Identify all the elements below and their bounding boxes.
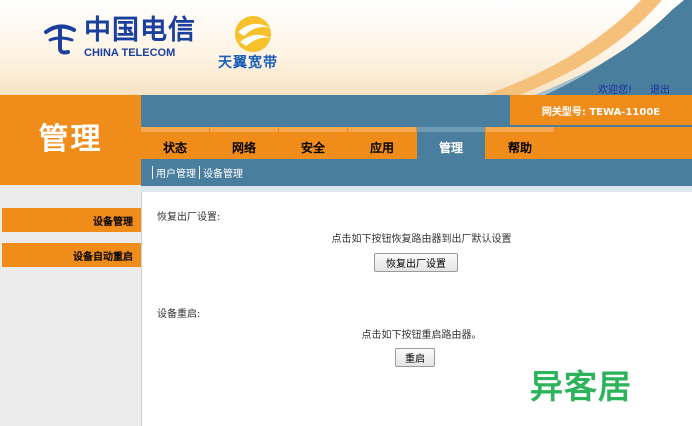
sub-navigation: 用户管理 设备管理 <box>141 159 692 186</box>
subnav-device-management[interactable]: 设备管理 <box>203 165 243 180</box>
restore-factory-button[interactable]: 恢复出厂设置 <box>374 253 458 272</box>
tab-application[interactable]: 应用 <box>348 127 416 159</box>
subnav-separator <box>152 166 153 179</box>
main-tabs: 状态 网络 安全 应用 管理 帮助 <box>141 127 692 159</box>
sub-brand-name: 天翼宽带 <box>218 55 278 71</box>
china-telecom-mark-icon <box>44 24 76 55</box>
brand-name-cn: 中国电信 <box>84 15 196 46</box>
subnav-user-management[interactable]: 用户管理 <box>156 165 196 180</box>
tab-network[interactable]: 网络 <box>210 127 278 159</box>
section-title-block: 管理 <box>0 95 141 185</box>
page-title: 管理 <box>38 122 103 157</box>
gateway-model-label: 网关型号: TEWA-1100E <box>510 95 692 125</box>
logout-link[interactable]: 退出 <box>650 81 670 95</box>
tab-management[interactable]: 管理 <box>417 127 485 159</box>
left-sidebar: 设备管理 设备自动重启 <box>0 185 141 426</box>
watermark-text: 异客居 <box>530 367 632 406</box>
restore-description: 点击如下按钮恢复路由器到出厂默认设置 <box>331 234 512 245</box>
reboot-description: 点击如下按钮重启路由器。 <box>361 330 482 341</box>
restore-section-title: 恢复出厂设置: <box>157 212 221 223</box>
reboot-section-title: 设备重启: <box>157 309 201 320</box>
tab-security[interactable]: 安全 <box>279 127 347 159</box>
china-telecom-logo: 中国电信 CHINA TELECOM <box>40 16 196 60</box>
subnav-separator <box>199 166 200 179</box>
sidebar-item-device-management[interactable]: 设备管理 <box>2 208 141 232</box>
welcome-link[interactable]: 欢迎您! <box>598 81 632 95</box>
tab-help[interactable]: 帮助 <box>486 127 554 159</box>
page-header: 中国电信 CHINA TELECOM 天翼宽带 欢迎您! 退出 <box>0 0 692 95</box>
tab-status[interactable]: 状态 <box>141 127 209 159</box>
sidebar-item-auto-reboot[interactable]: 设备自动重启 <box>2 243 141 267</box>
reboot-button[interactable]: 重启 <box>395 348 435 367</box>
brand-name-en: CHINA TELECOM <box>84 47 176 59</box>
